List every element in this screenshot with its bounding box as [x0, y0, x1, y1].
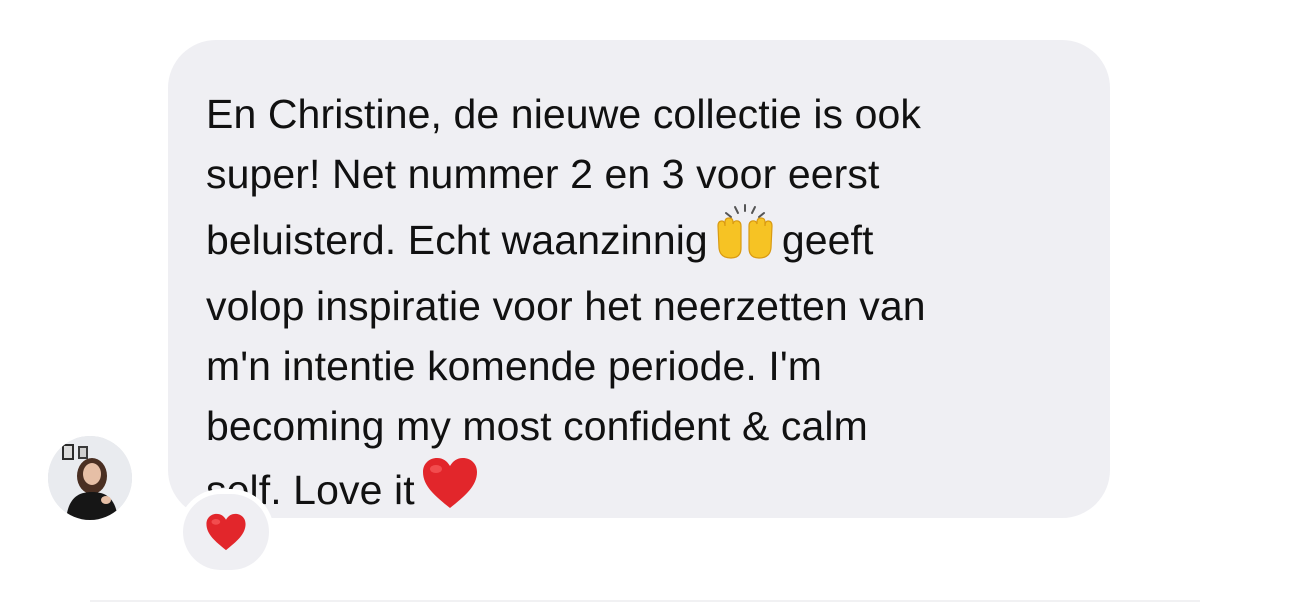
red-heart-icon [421, 456, 479, 526]
heart-reaction-badge[interactable] [183, 494, 269, 570]
message-text: En Christine, de nieuwe collectie is ook… [206, 84, 1070, 526]
raising-hands-icon [714, 204, 776, 276]
message-thread: En Christine, de nieuwe collectie is ook… [0, 0, 1290, 602]
message-bubble[interactable]: En Christine, de nieuwe collectie is ook… [168, 40, 1110, 518]
user-avatar-icon [48, 436, 132, 520]
sender-avatar[interactable] [48, 436, 132, 520]
red-heart-icon [206, 513, 246, 551]
